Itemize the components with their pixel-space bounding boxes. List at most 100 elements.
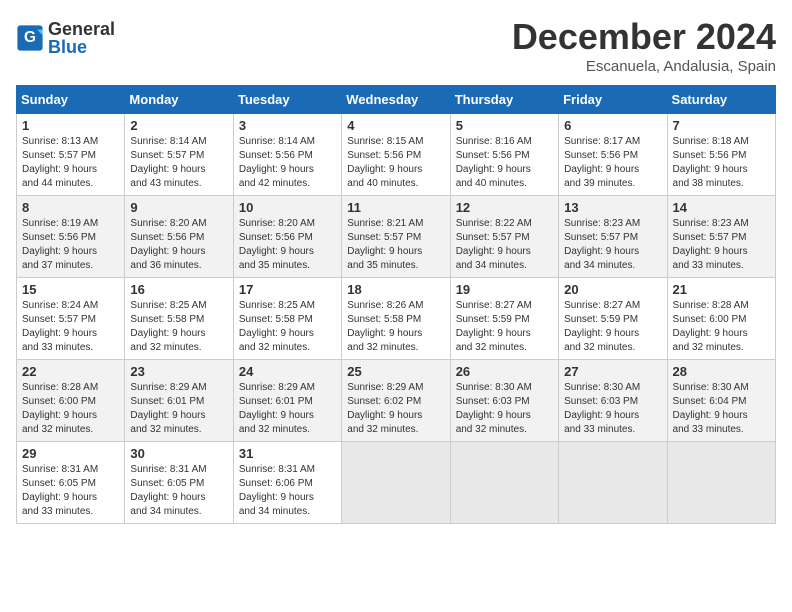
empty-cell	[450, 442, 558, 524]
day-number: 10	[239, 200, 336, 215]
title-block: December 2024 Escanuela, Andalusia, Spai…	[512, 16, 776, 75]
day-info: Sunrise: 8:28 AM Sunset: 6:00 PM Dayligh…	[22, 381, 119, 437]
day-info: Sunrise: 8:25 AM Sunset: 5:58 PM Dayligh…	[239, 299, 336, 355]
day-number: 28	[673, 364, 770, 379]
table-row: 11 Sunrise: 8:21 AM Sunset: 5:57 PM Dayli…	[342, 196, 450, 278]
day-number: 19	[456, 282, 553, 297]
col-sunday: Sunday	[17, 86, 125, 114]
logo-blue: Blue	[48, 38, 115, 56]
table-row: 3 Sunrise: 8:14 AM Sunset: 5:56 PM Daylig…	[233, 114, 341, 196]
table-row: 15 Sunrise: 8:24 AM Sunset: 5:57 PM Dayli…	[17, 278, 125, 360]
day-number: 26	[456, 364, 553, 379]
table-row: 9Sunrise: 8:20 AM Sunset: 5:56 PM Daylig…	[125, 196, 233, 278]
table-row: 12 Sunrise: 8:22 AM Sunset: 5:57 PM Dayli…	[450, 196, 558, 278]
day-number: 30	[130, 446, 227, 461]
table-row: 4 Sunrise: 8:15 AM Sunset: 5:56 PM Daylig…	[342, 114, 450, 196]
day-number: 1	[22, 118, 119, 133]
day-info: Sunrise: 8:21 AM Sunset: 5:57 PM Dayligh…	[347, 217, 444, 273]
day-info: Sunrise: 8:27 AM Sunset: 5:59 PM Dayligh…	[456, 299, 553, 355]
day-info: Sunrise: 8:30 AM Sunset: 6:04 PM Dayligh…	[673, 381, 770, 437]
table-row: 31Sunrise: 8:31 AM Sunset: 6:06 PM Dayli…	[233, 442, 341, 524]
day-info: Sunrise: 8:17 AM Sunset: 5:56 PM Dayligh…	[564, 135, 661, 191]
day-info: Sunrise: 8:23 AM Sunset: 5:57 PM Dayligh…	[673, 217, 770, 273]
table-row: 14 Sunrise: 8:23 AM Sunset: 5:57 PM Dayli…	[667, 196, 775, 278]
calendar-table: Sunday Monday Tuesday Wednesday Thursday…	[16, 85, 776, 524]
day-number: 2	[130, 118, 227, 133]
logo: G General Blue	[16, 20, 115, 56]
col-wednesday: Wednesday	[342, 86, 450, 114]
day-number: 13	[564, 200, 661, 215]
table-row: 22 Sunrise: 8:28 AM Sunset: 6:00 PM Dayli…	[17, 360, 125, 442]
day-info: Sunrise: 8:14 AM Sunset: 5:56 PM Dayligh…	[239, 135, 336, 191]
calendar-week-row: 22 Sunrise: 8:28 AM Sunset: 6:00 PM Dayli…	[17, 360, 776, 442]
day-number: 5	[456, 118, 553, 133]
day-info: Sunrise: 8:18 AM Sunset: 5:56 PM Dayligh…	[673, 135, 770, 191]
day-info: Sunrise: 8:29 AM Sunset: 6:01 PM Dayligh…	[130, 381, 227, 437]
table-row: 13 Sunrise: 8:23 AM Sunset: 5:57 PM Dayli…	[559, 196, 667, 278]
day-number: 11	[347, 200, 444, 215]
day-info: Sunrise: 8:27 AM Sunset: 5:59 PM Dayligh…	[564, 299, 661, 355]
day-number: 29	[22, 446, 119, 461]
day-number: 12	[456, 200, 553, 215]
day-info: Sunrise: 8:20 AM Sunset: 5:56 PM Dayligh…	[239, 217, 336, 273]
table-row: 6 Sunrise: 8:17 AM Sunset: 5:56 PM Daylig…	[559, 114, 667, 196]
col-friday: Friday	[559, 86, 667, 114]
day-number: 14	[673, 200, 770, 215]
table-row: 10 Sunrise: 8:20 AM Sunset: 5:56 PM Dayli…	[233, 196, 341, 278]
table-row: 20 Sunrise: 8:27 AM Sunset: 5:59 PM Dayli…	[559, 278, 667, 360]
table-row: 16 Sunrise: 8:25 AM Sunset: 5:58 PM Dayli…	[125, 278, 233, 360]
day-info: Sunrise: 8:22 AM Sunset: 5:57 PM Dayligh…	[456, 217, 553, 273]
col-thursday: Thursday	[450, 86, 558, 114]
day-number: 27	[564, 364, 661, 379]
logo-icon: G	[16, 24, 44, 52]
day-number: 21	[673, 282, 770, 297]
day-number: 20	[564, 282, 661, 297]
col-tuesday: Tuesday	[233, 86, 341, 114]
table-row: 24 Sunrise: 8:29 AM Sunset: 6:01 PM Dayli…	[233, 360, 341, 442]
day-number: 8	[22, 200, 119, 215]
day-info: Sunrise: 8:23 AM Sunset: 5:57 PM Dayligh…	[564, 217, 661, 273]
table-row: 1 Sunrise: 8:13 AM Sunset: 5:57 PM Daylig…	[17, 114, 125, 196]
table-row: 5 Sunrise: 8:16 AM Sunset: 5:56 PM Daylig…	[450, 114, 558, 196]
page-header: G General Blue December 2024 Escanuela, …	[16, 16, 776, 75]
day-number: 15	[22, 282, 119, 297]
table-row: 29Sunrise: 8:31 AM Sunset: 6:05 PM Dayli…	[17, 442, 125, 524]
month-title: December 2024	[512, 16, 776, 58]
empty-cell	[342, 442, 450, 524]
day-info: Sunrise: 8:30 AM Sunset: 6:03 PM Dayligh…	[456, 381, 553, 437]
calendar-week-row: 15 Sunrise: 8:24 AM Sunset: 5:57 PM Dayli…	[17, 278, 776, 360]
logo-text: General Blue	[48, 20, 115, 56]
day-number: 9	[130, 200, 227, 215]
day-info: Sunrise: 8:24 AM Sunset: 5:57 PM Dayligh…	[22, 299, 119, 355]
day-number: 7	[673, 118, 770, 133]
day-number: 3	[239, 118, 336, 133]
day-info: Sunrise: 8:16 AM Sunset: 5:56 PM Dayligh…	[456, 135, 553, 191]
day-info: Sunrise: 8:28 AM Sunset: 6:00 PM Dayligh…	[673, 299, 770, 355]
empty-cell	[667, 442, 775, 524]
table-row: 26 Sunrise: 8:30 AM Sunset: 6:03 PM Dayli…	[450, 360, 558, 442]
table-row: 19 Sunrise: 8:27 AM Sunset: 5:59 PM Dayli…	[450, 278, 558, 360]
location: Escanuela, Andalusia, Spain	[512, 58, 776, 75]
empty-cell	[559, 442, 667, 524]
day-info: Sunrise: 8:14 AM Sunset: 5:57 PM Dayligh…	[130, 135, 227, 191]
table-row: 27 Sunrise: 8:30 AM Sunset: 6:03 PM Dayli…	[559, 360, 667, 442]
day-number: 18	[347, 282, 444, 297]
day-info: Sunrise: 8:30 AM Sunset: 6:03 PM Dayligh…	[564, 381, 661, 437]
day-info: Sunrise: 8:29 AM Sunset: 6:02 PM Dayligh…	[347, 381, 444, 437]
day-info: Sunrise: 8:25 AM Sunset: 5:58 PM Dayligh…	[130, 299, 227, 355]
table-row: 17Sunrise: 8:25 AM Sunset: 5:58 PM Dayli…	[233, 278, 341, 360]
table-row: 2 Sunrise: 8:14 AM Sunset: 5:57 PM Daylig…	[125, 114, 233, 196]
calendar-week-row: 1 Sunrise: 8:13 AM Sunset: 5:57 PM Daylig…	[17, 114, 776, 196]
day-number: 16	[130, 282, 227, 297]
day-number: 24	[239, 364, 336, 379]
day-info: Sunrise: 8:29 AM Sunset: 6:01 PM Dayligh…	[239, 381, 336, 437]
table-row: 18Sunrise: 8:26 AM Sunset: 5:58 PM Dayli…	[342, 278, 450, 360]
day-info: Sunrise: 8:31 AM Sunset: 6:05 PM Dayligh…	[130, 463, 227, 519]
day-number: 22	[22, 364, 119, 379]
day-info: Sunrise: 8:13 AM Sunset: 5:57 PM Dayligh…	[22, 135, 119, 191]
day-number: 6	[564, 118, 661, 133]
day-info: Sunrise: 8:15 AM Sunset: 5:56 PM Dayligh…	[347, 135, 444, 191]
calendar-week-row: 29 Sunrise: 8:31 AM Sunset: 6:05 PM Dayli…	[17, 442, 776, 524]
day-number: 4	[347, 118, 444, 133]
col-monday: Monday	[125, 86, 233, 114]
